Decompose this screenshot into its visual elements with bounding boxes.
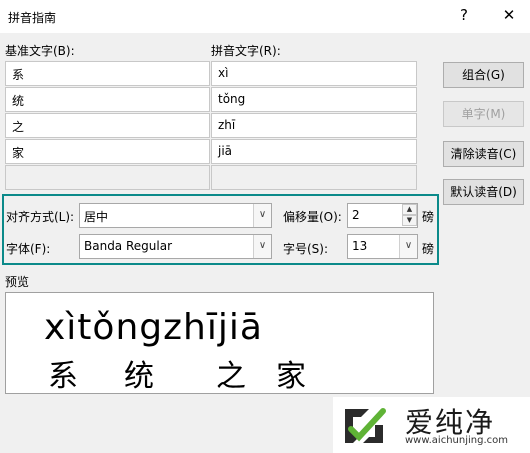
base-text-field[interactable]: 统: [5, 87, 210, 112]
base-text-label: 基准文字(B):: [5, 44, 75, 58]
font-select[interactable]: Banda Regular ∨: [79, 234, 272, 259]
ruby-text-field-empty: [211, 165, 417, 190]
spinner-arrows[interactable]: ▲ ▼: [402, 204, 417, 227]
default-reading-button[interactable]: 默认读音(D): [443, 179, 524, 205]
size-label: 字号(S):: [283, 242, 329, 256]
font-label: 字体(F):: [6, 242, 51, 256]
close-button[interactable]: ✕: [500, 6, 518, 26]
spin-up-icon[interactable]: ▲: [402, 204, 417, 215]
mono-button[interactable]: 单字(M): [443, 101, 524, 127]
help-button[interactable]: ?: [456, 6, 472, 26]
watermark-url: www.aichunjing.com: [405, 435, 508, 446]
chevron-down-icon[interactable]: ∨: [253, 204, 271, 227]
offset-spinner[interactable]: 2 ▲ ▼: [347, 203, 418, 228]
spin-down-icon[interactable]: ▼: [402, 215, 417, 226]
preview-hanzi: 之: [216, 359, 246, 394]
preview-hanzi: 统: [124, 359, 154, 394]
offset-unit: 磅: [422, 210, 435, 224]
clear-reading-button[interactable]: 清除读音(C): [443, 141, 524, 167]
chevron-down-icon[interactable]: ∨: [253, 235, 271, 258]
ruby-text-field[interactable]: zhī: [211, 113, 417, 138]
preview-hanzi: 家: [276, 359, 306, 394]
font-value: Banda Regular: [84, 239, 173, 253]
dialog-title: 拼音指南: [8, 11, 57, 25]
offset-value: 2: [352, 208, 360, 222]
size-unit: 磅: [422, 242, 435, 256]
base-text-field[interactable]: 家: [5, 139, 210, 164]
ruby-text-label: 拼音文字(R):: [211, 44, 281, 58]
preview-pane: xìtǒngzhījiā 系 统 之 家: [5, 292, 434, 394]
size-value: 13: [352, 239, 368, 253]
preview-hanzi: 系: [48, 359, 78, 394]
preview-pinyin: xìtǒngzhījiā: [44, 307, 263, 348]
base-text-field-empty: [5, 165, 210, 190]
alignment-value: 居中: [84, 210, 109, 224]
offset-label: 偏移量(O):: [283, 210, 342, 224]
group-button[interactable]: 组合(G): [443, 62, 524, 88]
chevron-down-icon[interactable]: ∨: [399, 235, 417, 258]
size-select[interactable]: 13 ∨: [347, 234, 418, 259]
ruby-text-field[interactable]: jiā: [211, 139, 417, 164]
ruby-text-field[interactable]: tǒng: [211, 87, 417, 112]
ruby-text-field[interactable]: xì: [211, 61, 417, 86]
title-bar: 拼音指南 ? ✕: [0, 0, 530, 33]
alignment-select[interactable]: 居中 ∨: [79, 203, 272, 228]
base-text-field[interactable]: 之: [5, 113, 210, 138]
preview-label: 预览: [5, 275, 30, 289]
base-text-field[interactable]: 系: [5, 61, 210, 86]
alignment-label: 对齐方式(L):: [6, 210, 75, 224]
watermark: 爱纯净 www.aichunjing.com: [333, 397, 530, 453]
watermark-logo-icon: [345, 408, 386, 443]
